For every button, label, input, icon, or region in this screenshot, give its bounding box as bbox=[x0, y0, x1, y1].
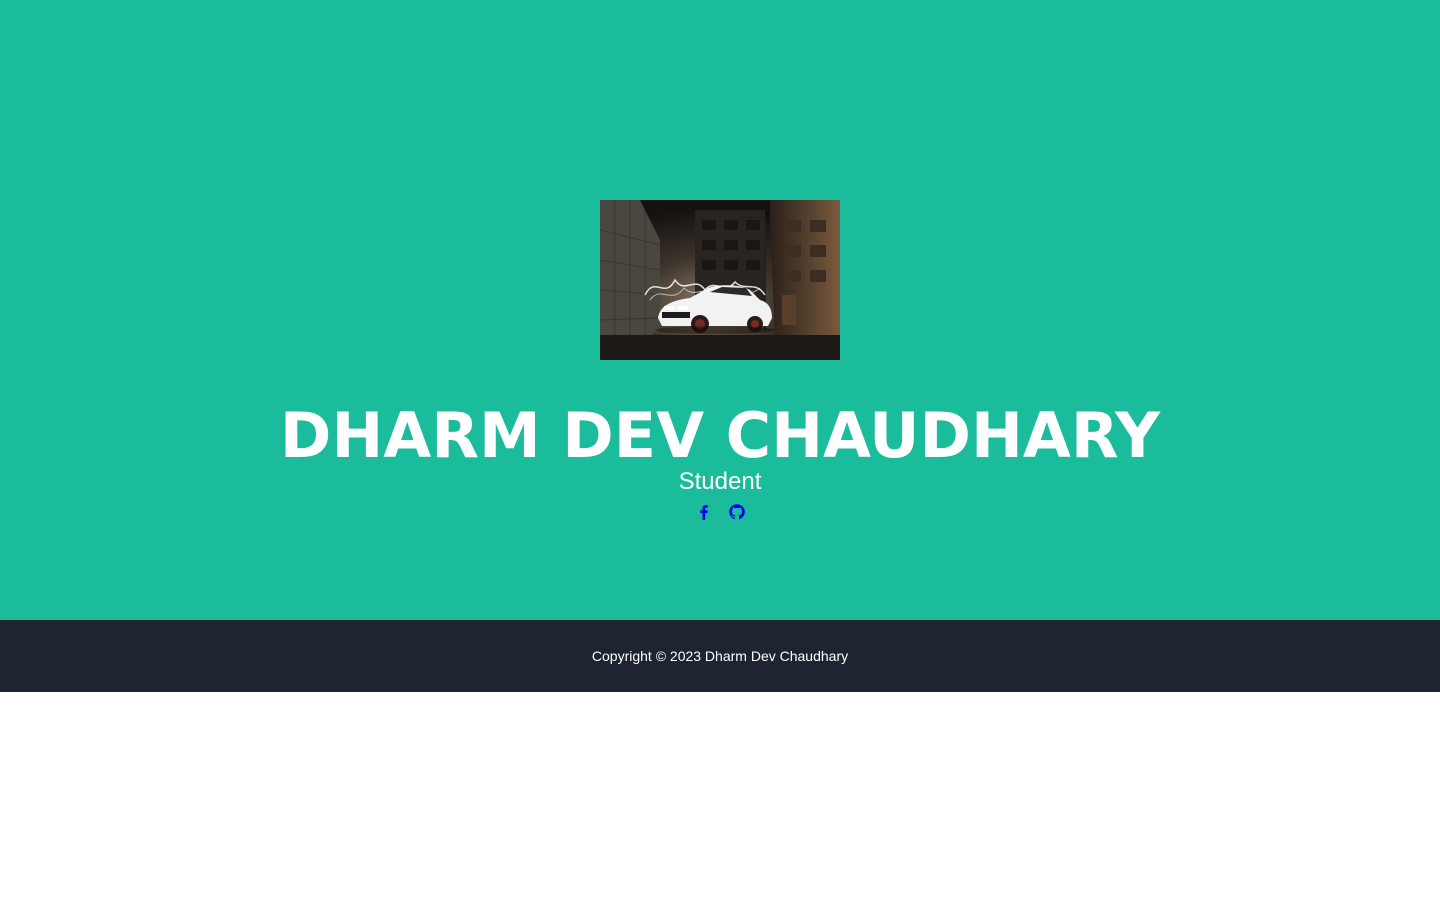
footer: Copyright © 2023 Dharm Dev Chaudhary bbox=[0, 620, 1440, 692]
facebook-icon bbox=[700, 505, 708, 520]
hero-section: DHARM DEV CHAUDHARY Student bbox=[0, 0, 1440, 620]
copyright-text: Copyright © 2023 Dharm Dev Chaudhary bbox=[591, 648, 849, 664]
profile-role: Student bbox=[678, 468, 762, 495]
social-links bbox=[690, 501, 750, 523]
facebook-link[interactable] bbox=[693, 501, 715, 523]
github-link[interactable] bbox=[726, 501, 748, 523]
profile-name: DHARM DEV CHAUDHARY bbox=[279, 399, 1161, 472]
github-icon bbox=[729, 504, 745, 520]
profile-photo bbox=[600, 200, 840, 360]
